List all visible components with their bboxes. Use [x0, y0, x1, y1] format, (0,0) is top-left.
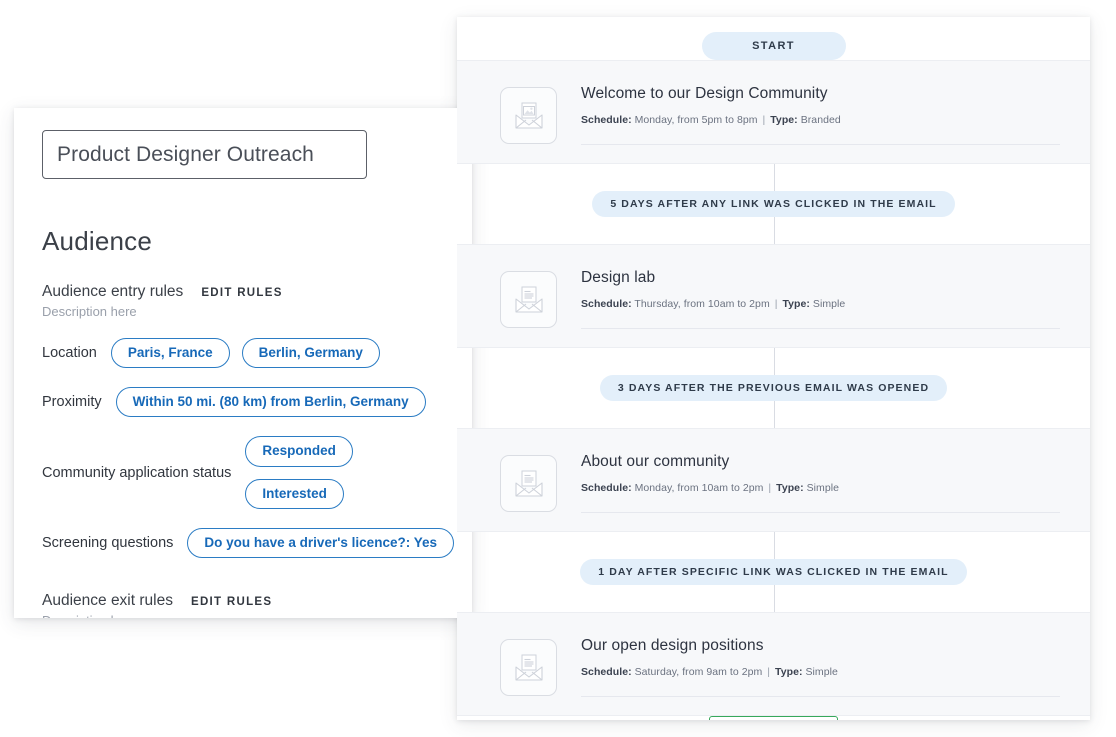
rule-chip-group: Responded Interested	[245, 436, 446, 508]
rule-row: Proximity Within 50 mi. (80 km) from Berl…	[42, 387, 446, 417]
rule-row: Location Paris, France Berlin, Germany	[42, 338, 446, 368]
rule-chip[interactable]: Responded	[245, 436, 353, 466]
rule-row-label: Proximity	[42, 394, 102, 410]
rule-chip[interactable]: Paris, France	[111, 338, 230, 368]
entry-rules-description: Description here	[42, 304, 446, 319]
add-message-button[interactable]: ADD MESSAGE	[709, 716, 838, 720]
message-divider	[581, 696, 1060, 697]
rule-chip-group: Do you have a driver's licence?: Yes	[187, 528, 454, 558]
condition-pill[interactable]: 5 DAYS AFTER ANY LINK WAS CLICKED IN THE…	[592, 191, 954, 217]
message-meta: Schedule: Thursday, from 10am to 2pm | T…	[581, 298, 1060, 310]
message-body: Welcome to our Design Community Schedule:…	[557, 83, 1060, 145]
exit-rules-label: Audience exit rules	[42, 592, 173, 610]
add-message-container: ADD MESSAGE	[709, 716, 838, 720]
rule-row: Community application status Responded Int…	[42, 436, 446, 508]
rule-chip-group: Paris, France Berlin, Germany	[111, 338, 380, 368]
rule-row-label: Location	[42, 345, 97, 361]
message-divider	[581, 512, 1060, 513]
message-card[interactable]: Welcome to our Design Community Schedule:…	[457, 60, 1090, 164]
message-title: Welcome to our Design Community	[581, 85, 1060, 103]
condition-pill[interactable]: 1 DAY AFTER SPECIFIC LINK WAS CLICKED IN…	[580, 559, 966, 585]
audience-entry-rules-section: Audience entry rules EDIT RULES Descript…	[42, 283, 446, 558]
message-body: Our open design positions Schedule: Satur…	[557, 635, 1060, 697]
message-body: Design lab Schedule: Thursday, from 10am …	[557, 267, 1060, 329]
condition-pill[interactable]: 3 DAYS AFTER THE PREVIOUS EMAIL WAS OPEN…	[600, 375, 947, 401]
exit-rules-description: Description here	[42, 613, 446, 618]
envelope-image-icon	[500, 87, 557, 144]
message-meta: Schedule: Monday, from 10am to 2pm | Typ…	[581, 482, 1060, 494]
edit-entry-rules-button[interactable]: EDIT RULES	[201, 287, 282, 299]
rule-row: Screening questionsDo you have a driver'…	[42, 528, 446, 558]
audience-exit-rules-section: Audience exit rules EDIT RULES Descripti…	[42, 592, 446, 618]
campaign-name-input[interactable]	[42, 130, 367, 179]
flow-steps: Welcome to our Design Community Schedule:…	[457, 60, 1090, 716]
rule-chip[interactable]: Berlin, Germany	[242, 338, 380, 368]
audience-editor-panel: Audience Audience entry rules EDIT RULES…	[14, 108, 472, 618]
message-title: About our community	[581, 453, 1060, 471]
envelope-document-icon	[500, 455, 557, 512]
message-card[interactable]: Design lab Schedule: Thursday, from 10am …	[457, 244, 1090, 348]
rule-chip[interactable]: Interested	[245, 479, 344, 509]
message-meta: Schedule: Monday, from 5pm to 8pm | Type…	[581, 114, 1060, 126]
rule-row-label: Screening questions	[42, 535, 173, 551]
entry-rules-label: Audience entry rules	[42, 283, 183, 301]
condition-step: 1 DAY AFTER SPECIFIC LINK WAS CLICKED IN…	[457, 532, 1090, 612]
rule-chip[interactable]: Do you have a driver's licence?: Yes	[187, 528, 454, 558]
envelope-document-icon	[500, 639, 557, 696]
entry-rule-rows: Location Paris, France Berlin, Germany Prox…	[42, 338, 446, 558]
message-divider	[581, 328, 1060, 329]
rule-chip[interactable]: Within 50 mi. (80 km) from Berlin, Germa…	[116, 387, 426, 417]
condition-step: 5 DAYS AFTER ANY LINK WAS CLICKED IN THE…	[457, 164, 1090, 244]
page-title: Audience	[42, 226, 446, 257]
condition-step: 3 DAYS AFTER THE PREVIOUS EMAIL WAS OPEN…	[457, 348, 1090, 428]
screen-root: START Welcome to our Design Community Sch…	[0, 0, 1116, 737]
start-pill: START	[702, 32, 846, 60]
sequence-flow: START Welcome to our Design Community Sch…	[457, 17, 1090, 720]
message-title: Our open design positions	[581, 637, 1060, 655]
message-card[interactable]: Our open design positions Schedule: Satur…	[457, 612, 1090, 716]
envelope-document-icon	[500, 271, 557, 328]
entry-rules-header: Audience entry rules EDIT RULES	[42, 283, 446, 301]
rule-chip-group: Within 50 mi. (80 km) from Berlin, Germa…	[116, 387, 426, 417]
message-divider	[581, 144, 1060, 145]
rule-row-label: Community application status	[42, 465, 231, 481]
message-sequence-panel: START Welcome to our Design Community Sch…	[457, 17, 1090, 720]
message-card[interactable]: About our community Schedule: Monday, fro…	[457, 428, 1090, 532]
message-title: Design lab	[581, 269, 1060, 287]
edit-exit-rules-button[interactable]: EDIT RULES	[191, 596, 272, 608]
exit-rules-header: Audience exit rules EDIT RULES	[42, 592, 446, 610]
message-body: About our community Schedule: Monday, fro…	[557, 451, 1060, 513]
message-meta: Schedule: Saturday, from 9am to 2pm | Ty…	[581, 666, 1060, 678]
